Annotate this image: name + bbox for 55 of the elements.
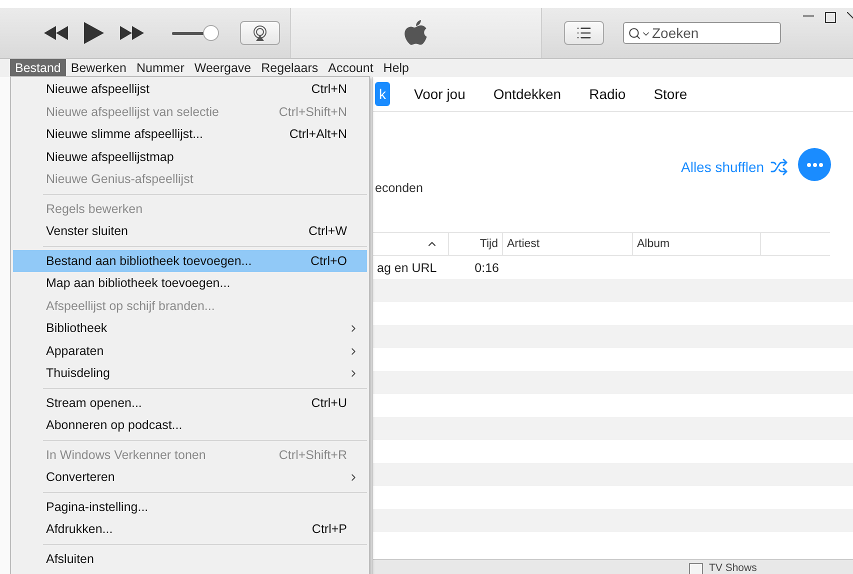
menu-item[interactable]: Map aan bibliotheek toevoegen... [13,272,367,294]
menu-item[interactable]: Converteren [13,466,367,488]
menu-item[interactable]: Bibliotheek [13,317,367,340]
search-icon [628,27,641,40]
column-header[interactable]: Album [637,238,670,250]
menu-bar-item[interactable]: Account [323,59,378,77]
menu-item[interactable]: Nieuwe slimme afspeellijst... Ctrl+Alt+N [13,123,367,146]
playlist-info: econden [375,181,423,195]
menu-item[interactable]: Abonneren op podcast... [13,414,367,436]
shortcut-label: Ctrl+Shift+N [278,104,347,119]
list-view-button[interactable] [564,21,604,45]
nav-tab[interactable]: Voor jou [410,82,470,106]
list-icon [576,25,592,41]
checkbox-label: TV Shows [709,562,757,574]
menu-item[interactable]: Afsluiten [13,548,367,570]
menu-item[interactable]: Apparaten [13,340,367,362]
menu-item[interactable]: Nieuwe afspeellijst Ctrl+N [13,78,367,100]
shortcut-label: Ctrl+W [308,224,347,238]
menu-bar-item[interactable]: Nummer [131,59,190,77]
shortcut-label: Ctrl+P [312,522,347,536]
column-header[interactable]: Artiest [507,238,540,250]
shuffle-icon [770,158,788,176]
menu-bar-item[interactable]: Bestand [10,59,66,77]
nav-tab[interactable]: Store [650,82,692,106]
nav-tab[interactable]: Radio [585,82,630,106]
menu-item[interactable]: Thuisdeling [13,362,367,384]
maximize-icon[interactable] [825,12,837,24]
fast-forward-icon[interactable] [120,26,144,40]
menu-item[interactable]: Afdrukken... Ctrl+P [13,518,367,540]
menu-bar-item[interactable]: Bewerken [66,59,132,77]
menu-item[interactable]: Venster sluiten Ctrl+W [13,220,367,242]
menu-item[interactable]: Stream openen... Ctrl+U [13,392,367,414]
more-icon [806,162,822,166]
menu-bar-item[interactable]: Weergave [189,59,256,77]
airplay-icon [252,25,268,41]
shortcut-label: Ctrl+Alt+N [289,127,347,142]
checkbox[interactable] [689,563,703,574]
table-cell-text: 0:16 [474,260,500,274]
shortcut-label: Ctrl+Shift+R [278,448,347,462]
menu-item[interactable]: Nieuwe afspeellijstmap [13,146,367,168]
menu-item[interactable]: Bestand aan bibliotheek toevoegen... Ctrl+O [13,250,367,272]
search-field[interactable]: Zoeken [623,22,781,44]
menu-bar-item[interactable]: Regelaars [256,59,324,77]
menu-item[interactable]: Pagina-instelling... [13,496,367,518]
shortcut-label: Ctrl+O [310,254,347,268]
shortcut-label: Ctrl+U [311,396,347,410]
rewind-icon[interactable] [44,26,68,40]
menu-bar-item[interactable]: Help [378,59,414,77]
column-header[interactable]: Tijd [480,238,498,250]
more-button[interactable] [798,148,831,181]
airplay-button[interactable] [240,21,280,45]
nav-tab[interactable]: Ontdekken [489,82,566,106]
play-icon[interactable] [84,22,104,44]
table-cell-text: ag en URL [376,260,438,274]
shortcut-label: Ctrl+N [311,82,347,96]
